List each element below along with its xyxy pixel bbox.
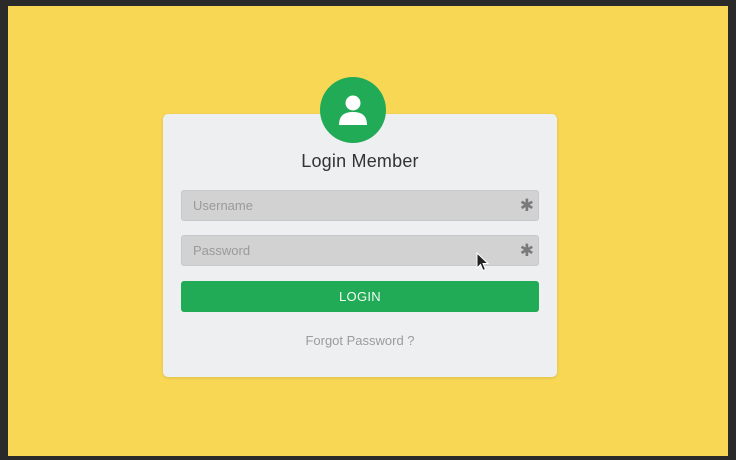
login-button[interactable]: LOGIN: [181, 281, 539, 312]
username-field-wrapper: ✱: [181, 190, 539, 221]
username-input[interactable]: [182, 191, 538, 220]
user-icon: [339, 95, 367, 125]
required-icon: ✱: [519, 196, 534, 215]
avatar: [320, 77, 386, 143]
mouse-pointer-icon: [476, 252, 490, 272]
required-icon: ✱: [519, 241, 534, 260]
login-title: Login Member: [301, 151, 419, 171]
page-background: Login Member ✱ ✱ LOGIN Forgot Password ?: [8, 6, 728, 456]
forgot-password-link[interactable]: Forgot Password ?: [163, 333, 557, 348]
